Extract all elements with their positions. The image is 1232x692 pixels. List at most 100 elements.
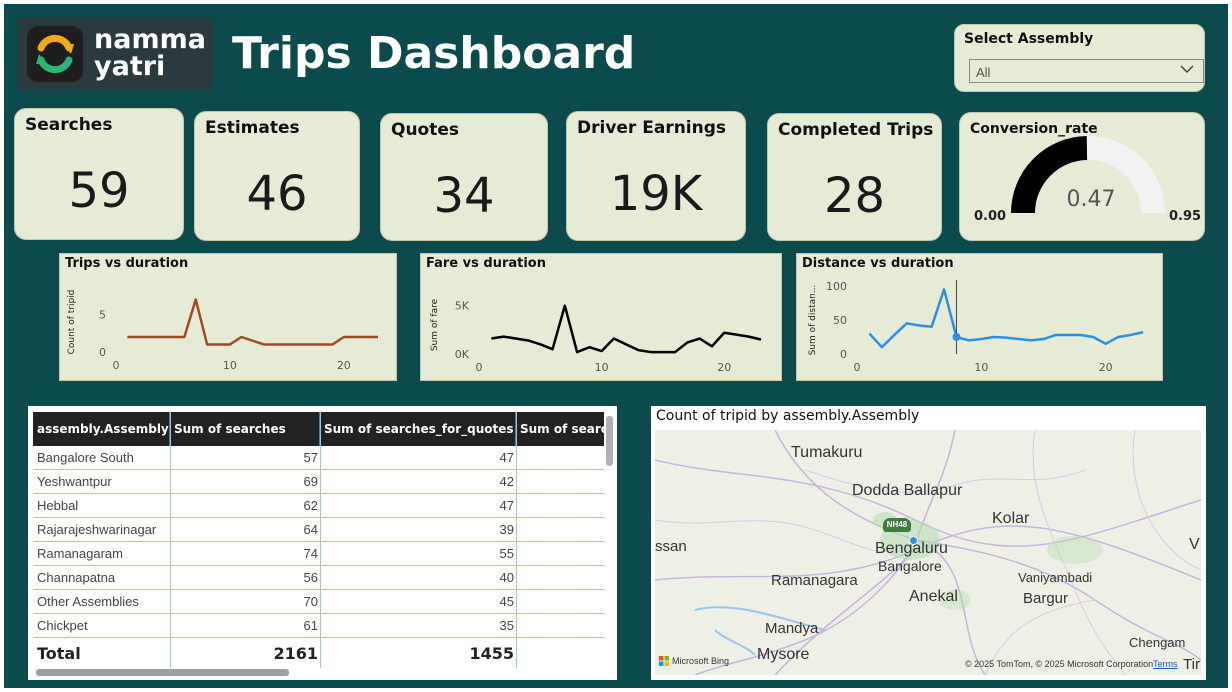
quotes-card: Quotes 34 <box>380 113 548 241</box>
map-place-label: Tir <box>1183 656 1200 673</box>
microsoft-logo-icon <box>659 656 669 666</box>
cell-searches-for-quotes: 47 <box>499 450 514 465</box>
table-row[interactable]: Yeshwantpur 69 42 <box>33 470 604 494</box>
terms-link[interactable]: Terms <box>1153 659 1178 669</box>
logo-word-2: yatri <box>94 51 166 82</box>
card-title: Quotes <box>391 120 460 140</box>
column-header-assembly[interactable]: assembly.Assembly <box>33 412 170 446</box>
map-place-label: Vaniyambadi <box>1018 570 1093 585</box>
total-searches-for-quotes: 1455 <box>469 644 514 663</box>
dashboard-canvas: namma yatri Trips Dashboard Select Assem… <box>4 4 1228 688</box>
cell-assembly: Other Assemblies <box>37 594 139 609</box>
map-title: Count of tripid by assembly.Assembly <box>656 408 920 424</box>
map-place-label: V <box>1189 536 1200 553</box>
card-title: Completed Trips <box>778 120 934 140</box>
y-tick-label: 0 <box>840 348 847 361</box>
table-header: assembly.Assembly Sum of searches Sum of… <box>33 412 604 446</box>
cell-assembly: Ramanagaram <box>37 546 123 561</box>
cell-assembly: Rajarajeshwarinagar <box>37 522 157 537</box>
map-place-label: Bangalore <box>878 558 942 574</box>
cell-assembly: Bangalore South <box>37 450 134 465</box>
card-title: Searches <box>25 115 113 135</box>
bing-attribution: Microsoft Bing <box>659 656 729 666</box>
vertical-scrollbar[interactable] <box>606 416 613 466</box>
cell-searches-for-quotes: 55 <box>499 546 514 561</box>
map-place-label: Ramanagara <box>771 572 858 589</box>
logo-word-1: namma <box>94 24 206 55</box>
map-place-label: ssan <box>655 538 687 555</box>
cell-searches-for-quotes: 35 <box>499 618 514 633</box>
cell-assembly: Chickpet <box>37 618 88 633</box>
card-value: 28 <box>823 168 886 224</box>
total-searches: 2161 <box>273 644 318 663</box>
assembly-slicer: Select Assembly All <box>954 24 1205 92</box>
map-data-bubble[interactable] <box>909 536 918 545</box>
assembly-dropdown[interactable]: All <box>969 59 1204 83</box>
series-line[interactable] <box>491 304 762 354</box>
table-row[interactable]: Other Assemblies 70 45 <box>33 590 604 614</box>
cell-assembly: Hebbal <box>37 498 79 513</box>
fare-vs-duration-chart: Fare vs duration Sum of fare 0K 5K 0 10 20 <box>420 253 782 381</box>
series-line[interactable] <box>127 298 378 346</box>
cell-searches: 69 <box>303 474 318 489</box>
y-tick-label: 5 <box>99 309 106 322</box>
card-value: 34 <box>433 168 495 224</box>
x-tick-label: 0 <box>854 361 861 374</box>
table-row[interactable]: Bangalore South 57 47 <box>33 446 604 470</box>
data-point-marker[interactable] <box>952 333 961 341</box>
chevron-down-icon <box>1179 63 1195 78</box>
card-title: Driver Earnings <box>577 118 727 138</box>
searches-card: Searches 59 <box>14 108 184 240</box>
map-visual: Count of tripid by assembly.Assembly Tum… <box>651 406 1206 680</box>
y-tick-label: 50 <box>833 314 847 327</box>
table-total-row: Total 2161 1455 <box>33 640 604 668</box>
gauge-max-label: 0.95 <box>1169 209 1202 224</box>
fare-line-plot: Sum of fare 0K 5K 0 10 20 <box>430 298 762 374</box>
cell-searches: 61 <box>303 618 318 633</box>
column-header-searches[interactable]: Sum of searches <box>170 412 320 446</box>
cell-searches-for-quotes: 47 <box>499 498 514 513</box>
card-value: 46 <box>246 166 308 222</box>
x-tick-label: 20 <box>717 361 731 374</box>
cell-searches: 62 <box>303 498 318 513</box>
card-value: 19K <box>609 166 703 222</box>
table-row[interactable]: Ramanagaram 74 55 <box>33 542 604 566</box>
assembly-table: assembly.Assembly Sum of searches Sum of… <box>28 406 617 680</box>
map-place-label: Mysore <box>757 646 810 663</box>
map-place-label: Dodda Ballapur <box>852 482 963 499</box>
estimates-card: Estimates 46 <box>194 111 360 241</box>
conversion-rate-card: Conversion_rate 0.47 0.00 0.95 <box>959 112 1205 241</box>
y-tick-label: 0K <box>455 348 470 361</box>
cell-searches-for-quotes: 45 <box>499 594 514 609</box>
x-tick-label: 20 <box>1099 361 1113 374</box>
y-axis-label: Count of tripid <box>67 290 77 355</box>
table-row[interactable]: Hebbal 62 47 <box>33 494 604 518</box>
table-row[interactable]: Chickpet 61 35 <box>33 614 604 638</box>
trips-vs-duration-chart: Trips vs duration Count of tripid 0 5 0 10 20 <box>59 253 397 381</box>
gauge-value: 0.47 <box>1066 187 1116 212</box>
distance-line-plot: Sum of distan... 0 50 100 0 10 20 <box>808 280 1144 374</box>
highway-badge: NH48 <box>883 518 911 532</box>
cell-searches: 64 <box>303 522 318 537</box>
cell-assembly: Yeshwantpur <box>37 474 112 489</box>
x-tick-label: 10 <box>595 361 609 374</box>
slicer-label: Select Assembly <box>964 31 1094 47</box>
column-header-searches-for-quotes[interactable]: Sum of searches_for_quotes <box>320 412 516 446</box>
table-row[interactable]: Channapatna 56 40 <box>33 566 604 590</box>
x-tick-label: 20 <box>337 359 351 372</box>
card-value: 59 <box>68 163 130 219</box>
refresh-arrows-icon <box>27 26 83 82</box>
map-canvas[interactable]: Tumakuru Dodda Ballapur Kolar ssan Benga… <box>655 430 1201 675</box>
cell-searches: 56 <box>303 570 318 585</box>
trips-line-plot: Count of tripid 0 5 0 10 20 <box>67 290 378 372</box>
cell-searches-for-quotes: 42 <box>499 474 514 489</box>
x-tick-label: 0 <box>113 359 120 372</box>
table-row[interactable]: Rajarajeshwarinagar 64 39 <box>33 518 604 542</box>
map-place-label: Anekal <box>909 588 958 605</box>
column-header-truncated[interactable]: Sum of searc <box>516 412 604 446</box>
cell-assembly: Channapatna <box>37 570 116 585</box>
total-label: Total <box>37 644 81 663</box>
horizontal-scrollbar[interactable] <box>36 669 289 676</box>
x-tick-label: 10 <box>974 361 988 374</box>
series-line[interactable] <box>868 288 1144 349</box>
